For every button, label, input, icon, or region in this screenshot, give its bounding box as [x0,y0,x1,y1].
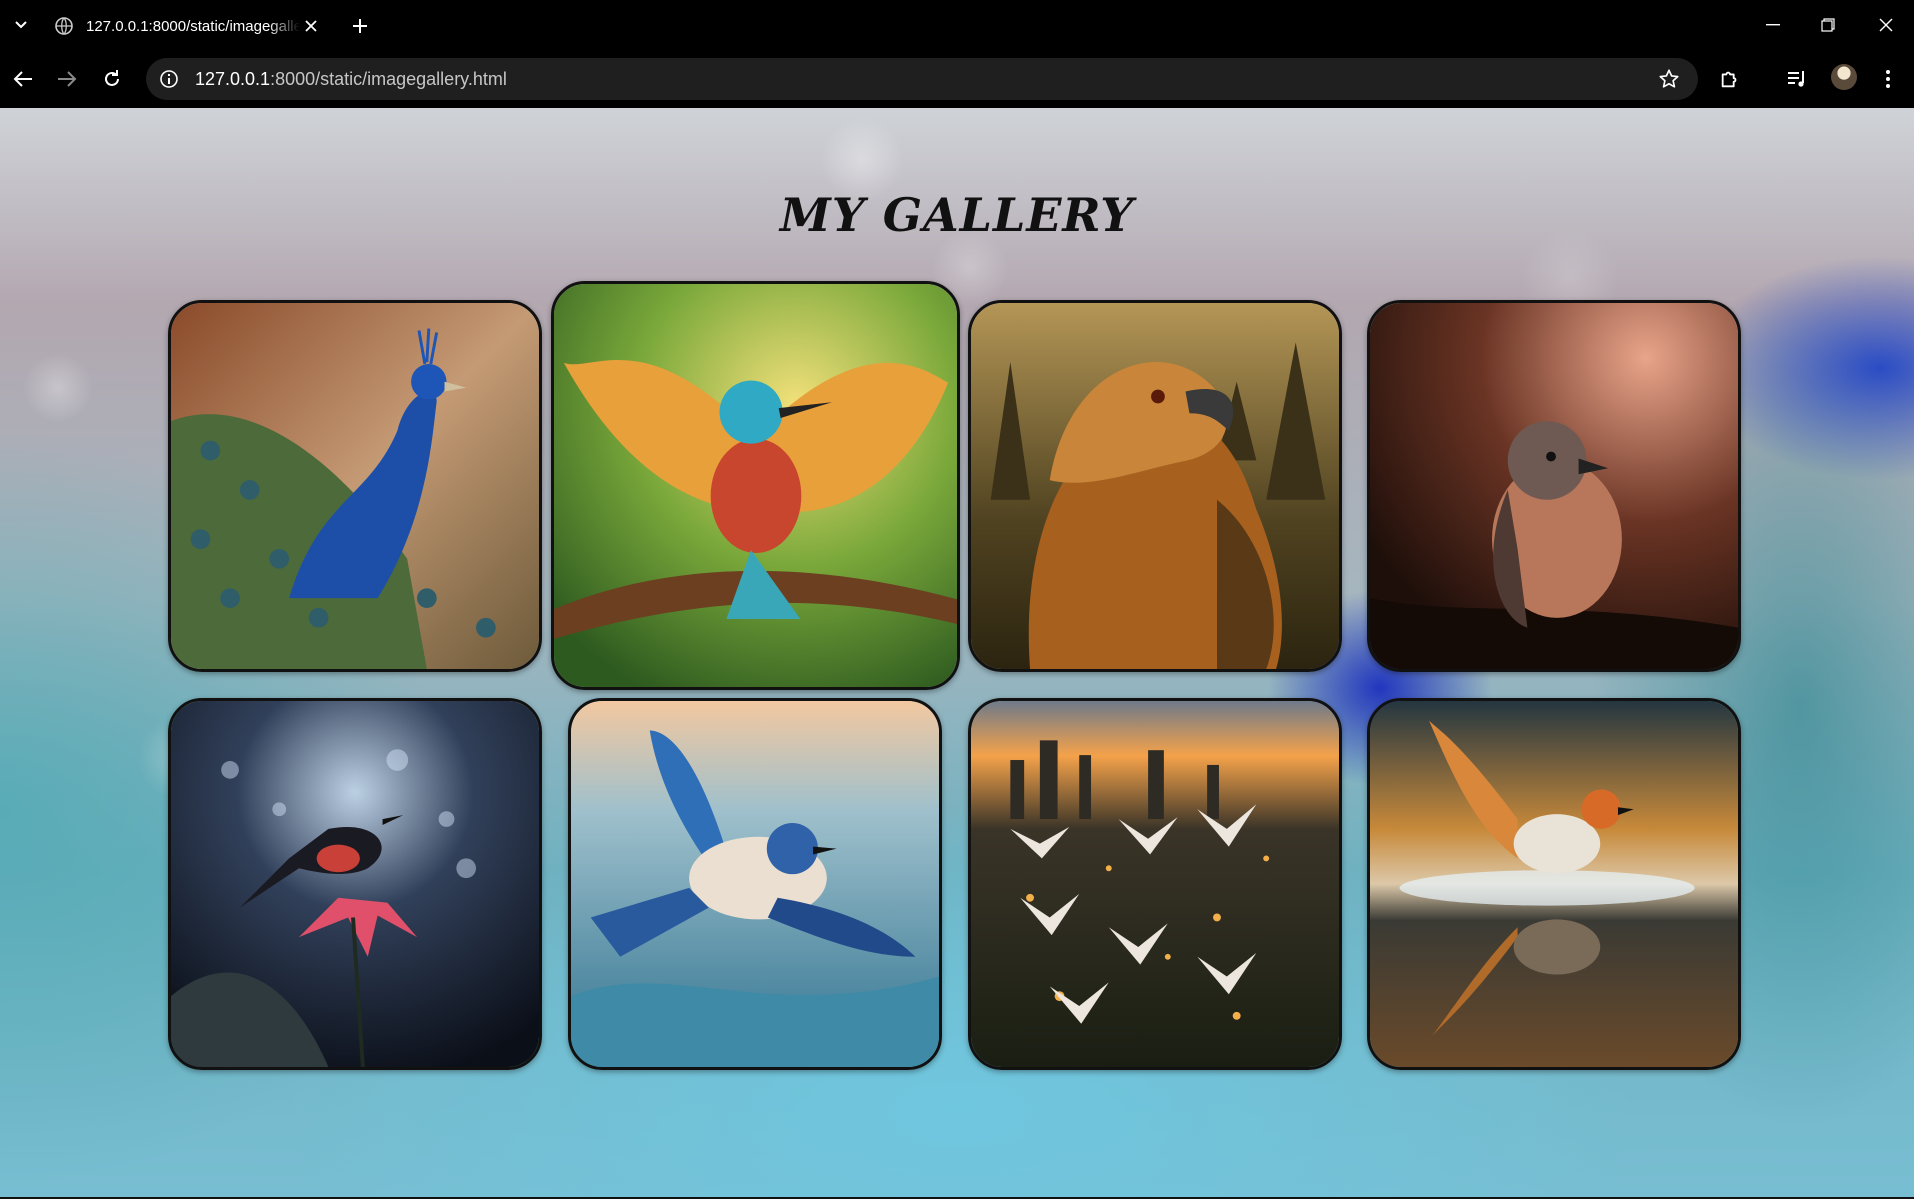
bird-splashing-water-image [1370,701,1738,1067]
gallery-image-robin-on-flower[interactable] [168,698,542,1070]
gallery-image-perched-bird[interactable] [1367,300,1741,672]
doves-over-city-image [971,701,1339,1067]
profile-avatar[interactable] [1831,64,1857,90]
eagle-image [971,303,1339,669]
browser-tab[interactable]: 127.0.0.1:8000/static/imagegallery.html [42,6,334,46]
url-host: 127.0.0.1 [195,68,271,89]
minimize-icon[interactable] [1748,8,1798,42]
gallery-image-peacock[interactable] [168,300,542,672]
site-info-icon[interactable] [153,63,185,95]
browser-tab-bar: 127.0.0.1:8000/static/imagegallery.html [0,0,1914,50]
globe-icon [54,16,74,36]
tab-search-chevron-icon[interactable] [8,12,34,38]
menu-more-icon[interactable] [1872,63,1904,95]
forward-arrow-icon[interactable] [52,64,82,94]
restore-icon[interactable] [1803,8,1853,42]
reload-icon[interactable] [97,64,127,94]
tab-title: 127.0.0.1:8000/static/imagegallery.html [86,17,300,35]
browser-toolbar: 127.0.0.1:8000/static/imagegallery.html [0,50,1914,108]
robin-on-flower-image [171,701,539,1067]
url-text: 127.0.0.1:8000/static/imagegallery.html [195,69,507,90]
media-controls-icon[interactable] [1781,63,1813,95]
peacock-image [171,303,539,669]
gallery-image-blue-jay[interactable] [568,698,942,1070]
url-path: :8000/static/imagegallery.html [270,68,507,89]
bee-eater-image [554,284,957,687]
new-tab-plus-icon[interactable] [346,12,374,40]
close-tab-icon[interactable] [300,15,322,37]
close-window-icon[interactable] [1861,8,1911,42]
bookmark-star-icon[interactable] [1656,66,1682,92]
gallery-image-bird-splashing-water[interactable] [1367,698,1741,1070]
page-background: MY GALLERY [0,108,1914,1199]
address-bar[interactable]: 127.0.0.1:8000/static/imagegallery.html [146,58,1698,100]
page-title: MY GALLERY [779,188,1135,242]
perched-bird-image [1370,303,1738,669]
extensions-puzzle-icon[interactable] [1714,63,1746,95]
back-arrow-icon[interactable] [8,64,38,94]
gallery-image-eagle[interactable] [968,300,1342,672]
gallery-image-doves-over-city[interactable] [968,698,1342,1070]
blue-jay-image [571,701,939,1067]
gallery-image-bee-eater[interactable] [551,281,960,690]
